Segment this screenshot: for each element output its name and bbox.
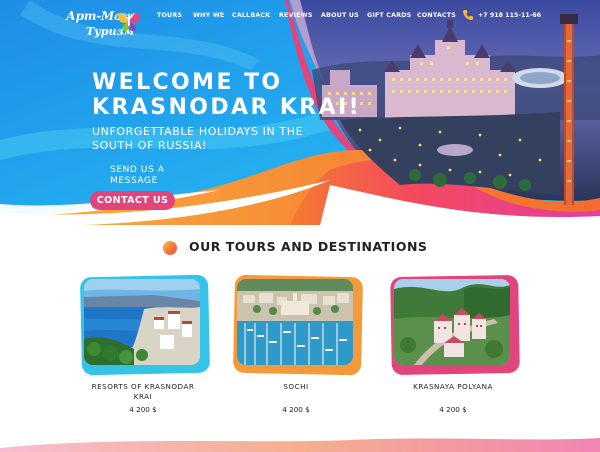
card-title: KRASNAYA POLYANA xyxy=(413,382,493,391)
krasnaya-polyana-photo xyxy=(394,279,510,365)
nav-tours[interactable]: TOURS xyxy=(157,12,182,19)
nav-callback[interactable]: CALLBACK xyxy=(232,12,270,19)
nav-contacts[interactable]: CONTACTS xyxy=(417,12,456,19)
phone-number[interactable]: +7 918 115-11-66 xyxy=(478,12,541,19)
nav-reviews[interactable]: REVIEWS xyxy=(279,12,313,19)
phone-icon[interactable] xyxy=(462,9,474,21)
nav-why-we[interactable]: WHY WE xyxy=(193,12,224,19)
contact-us-button[interactable]: CONTACT US xyxy=(90,191,175,210)
tours-section-header: OUR TOURS AND DESTINATIONS xyxy=(0,238,600,258)
card-title: RESORTS OF KRASNODAR KRAI xyxy=(91,382,195,401)
card-price: 4 200 $ xyxy=(282,405,310,414)
sochi-photo xyxy=(237,279,353,365)
brand-logo[interactable]: Арт-Макс Туризм xyxy=(66,6,156,40)
hero-subtitle: UNFORGETTABLE HOLIDAYS IN THE SOUTH OF R… xyxy=(92,125,304,152)
nav-about-us[interactable]: ABOUT US xyxy=(321,12,359,19)
card-title: SOCHI xyxy=(283,382,309,391)
tour-card-resorts[interactable]: RESORTS OF KRASNODAR KRAI 4 200 $ xyxy=(79,274,211,426)
hero-title: WELCOME TO KRASNODAR KRAI! xyxy=(92,70,361,120)
hero-title-line2: KRASNODAR KRAI! xyxy=(92,95,362,120)
nav-gift-cards[interactable]: GIFT CARDS xyxy=(367,12,411,19)
card-price: 4 200 $ xyxy=(129,405,157,414)
send-message-label: SEND US A MESSAGE xyxy=(110,165,165,186)
butterfly-logo-icon xyxy=(118,12,140,32)
card-price: 4 200 $ xyxy=(439,405,467,414)
tour-card-krasnaya-polyana[interactable]: KRASNAYA POLYANA 4 200 $ xyxy=(390,274,521,426)
bottom-wave-decoration xyxy=(0,438,600,452)
hero-title-line1: WELCOME TO xyxy=(92,70,283,95)
hero-banner: Арт-Макс Туризм TOURS WHY WE CALLBACK RE… xyxy=(0,0,600,225)
tour-card-sochi[interactable]: SOCHI 4 200 $ xyxy=(232,274,364,426)
gradient-dot-icon xyxy=(163,241,177,255)
resorts-photo xyxy=(84,279,200,365)
section-title: OUR TOURS AND DESTINATIONS xyxy=(189,239,428,254)
